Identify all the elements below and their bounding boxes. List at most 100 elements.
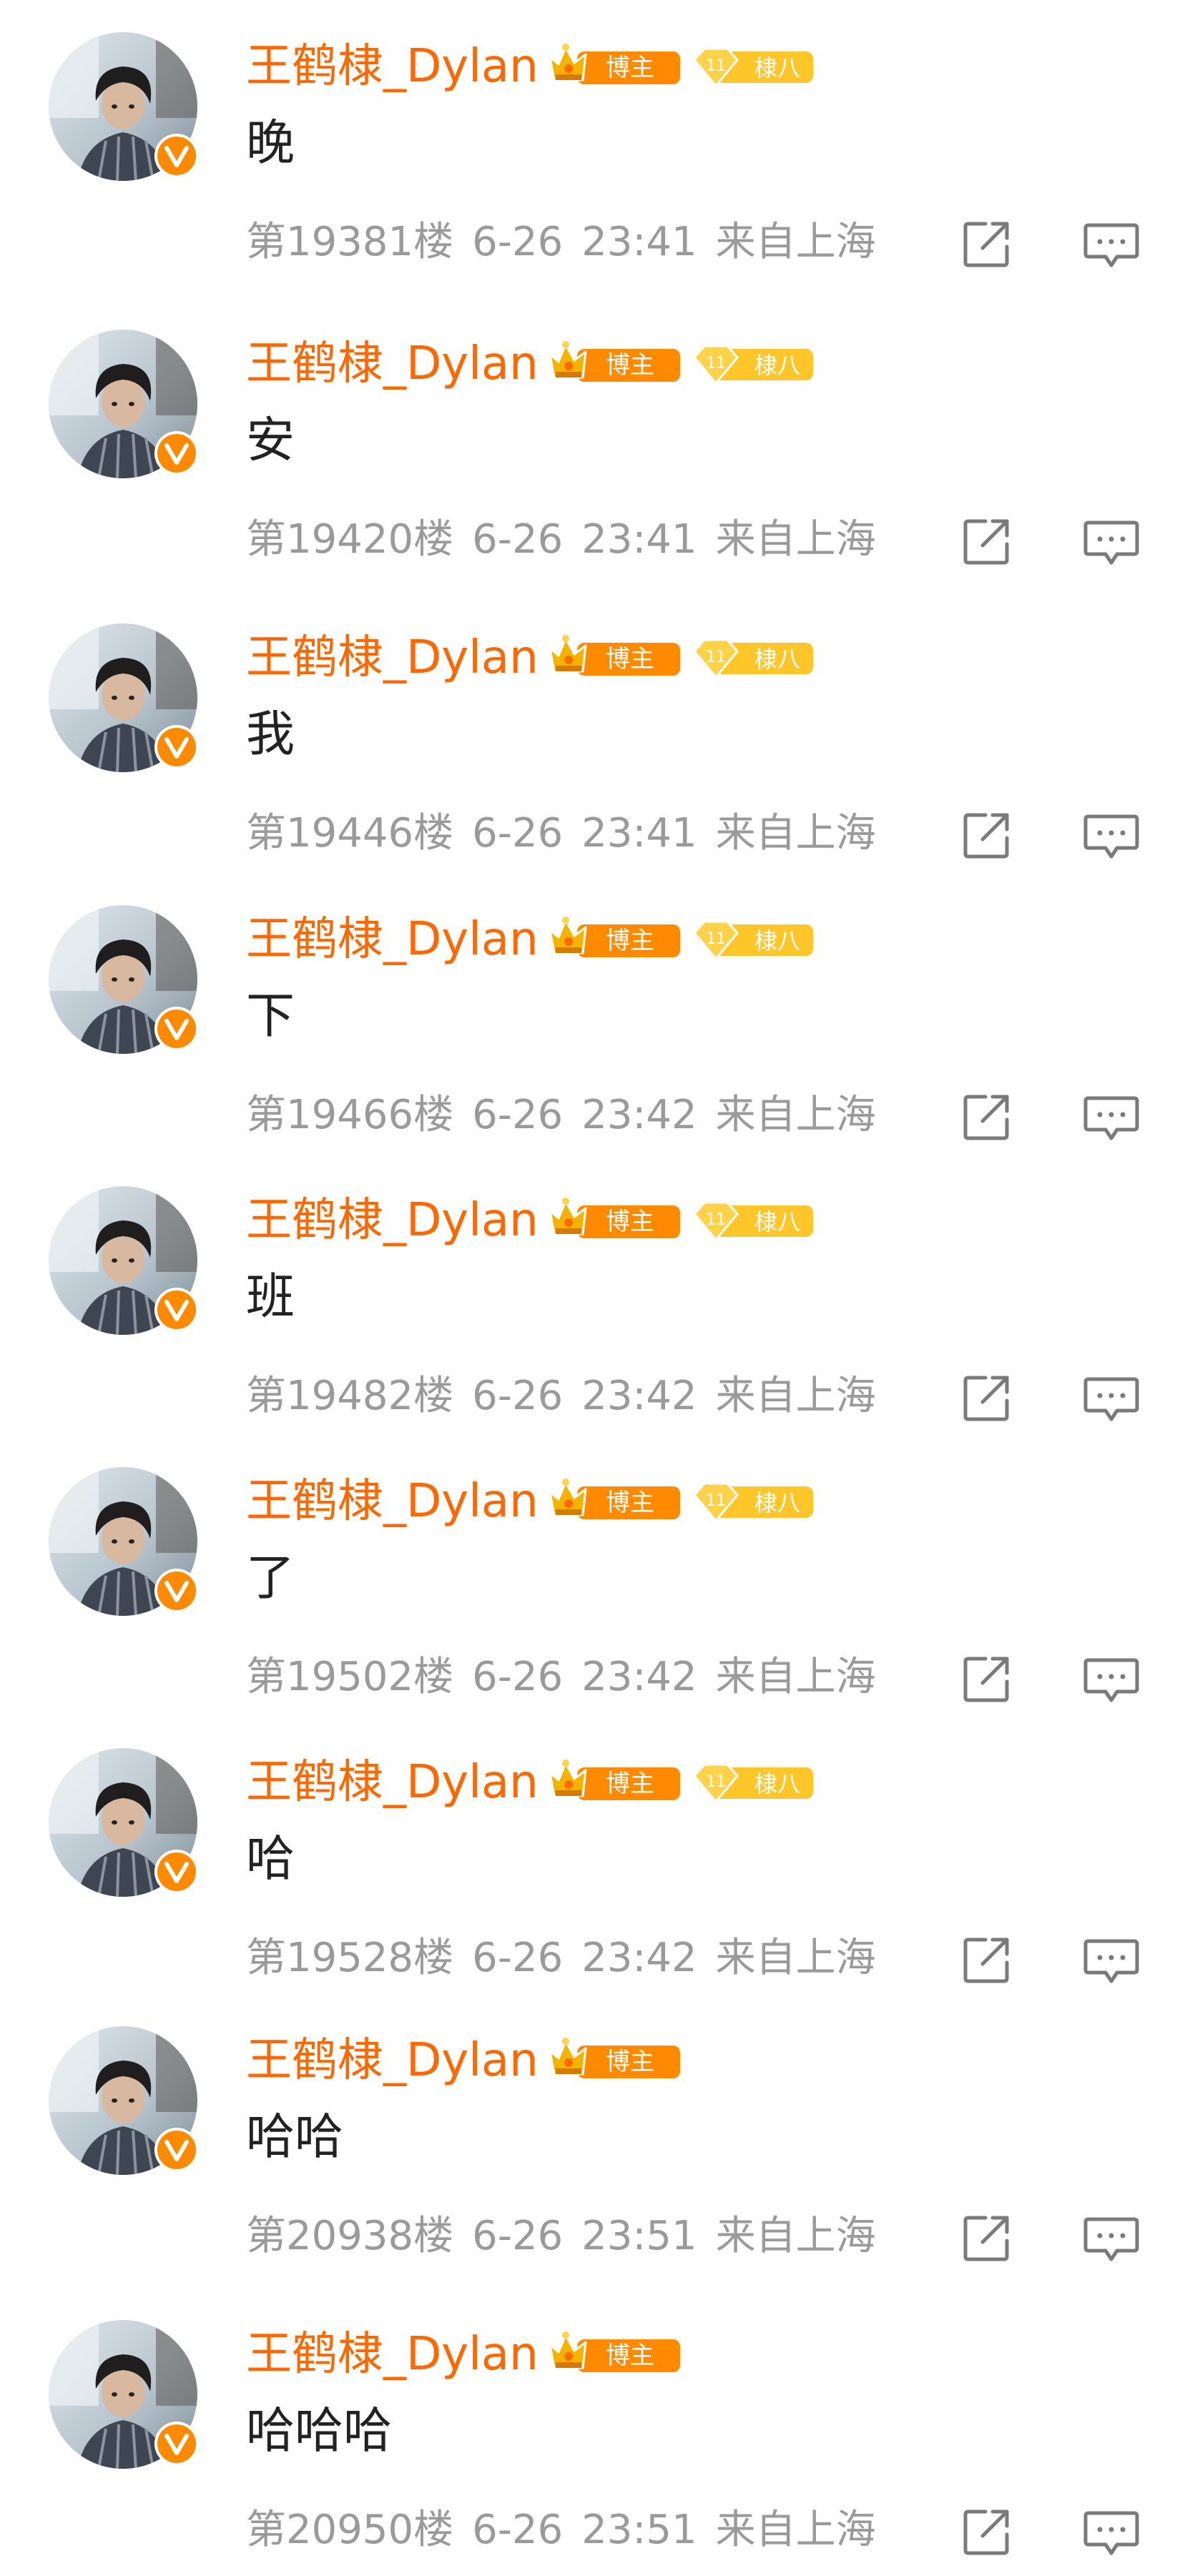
- verified-v-icon: [154, 2127, 199, 2172]
- share-icon[interactable]: [961, 1934, 1013, 1985]
- username-row: 王鹤棣_Dylan 博主 11 棣八: [246, 908, 815, 971]
- comment-meta: 第20950楼 6-26 23:51 来自上海: [246, 2502, 876, 2559]
- username[interactable]: 王鹤棣_Dylan: [246, 908, 538, 971]
- svg-text:11: 11: [706, 1492, 726, 1510]
- verified-v-icon: [154, 2422, 199, 2467]
- username-row: 王鹤棣_Dylan 博主 11 棣八: [246, 35, 815, 98]
- avatar[interactable]: [49, 1185, 199, 1335]
- level-badge: 11 棣八: [693, 920, 813, 960]
- verified-v-icon: [154, 1287, 199, 1332]
- comment-location: 来自上海: [715, 1653, 876, 1700]
- share-icon[interactable]: [961, 809, 1013, 861]
- floor-number: 第19420楼: [246, 515, 454, 563]
- comment-item: 王鹤棣_Dylan 博主 11 棣八 下 第19466楼 6-26 23:42 …: [0, 889, 1200, 1161]
- comment-icon[interactable]: [1083, 221, 1140, 271]
- comment-location: 来自上海: [715, 218, 876, 265]
- share-icon[interactable]: [961, 218, 1013, 270]
- comment-icon[interactable]: [1083, 1656, 1140, 1706]
- verified-v-icon: [154, 430, 199, 475]
- crown-icon: [549, 340, 587, 379]
- svg-text:博主: 博主: [606, 645, 654, 673]
- avatar[interactable]: [49, 904, 199, 1054]
- username-row: 王鹤棣_Dylan 博主: [246, 2029, 682, 2092]
- host-badge: 博主: [549, 1197, 680, 1238]
- share-icon[interactable]: [961, 1653, 1013, 1704]
- comment-date: 6-26: [472, 1935, 564, 1982]
- crown-icon: [549, 43, 587, 82]
- username[interactable]: 王鹤棣_Dylan: [246, 2029, 538, 2092]
- svg-text:11: 11: [706, 1211, 726, 1229]
- comment-icon[interactable]: [1083, 2215, 1140, 2265]
- comment-time: 23:41: [581, 218, 697, 265]
- verified-v-icon: [154, 133, 199, 178]
- username-row: 王鹤棣_Dylan 博主 11 棣八: [246, 1751, 815, 1814]
- avatar[interactable]: [49, 1748, 199, 1898]
- share-icon[interactable]: [961, 2212, 1013, 2264]
- comment-item: 王鹤棣_Dylan 博主 11 棣八 我 第19446楼 6-26 23:41 …: [0, 608, 1200, 879]
- comment-time: 23:42: [581, 1653, 697, 1700]
- verified-v-icon: [154, 1850, 199, 1895]
- comment-icon[interactable]: [1083, 1937, 1140, 1987]
- comment-content: 安: [246, 412, 295, 469]
- share-icon[interactable]: [961, 2506, 1013, 2557]
- comment-meta: 第19420楼 6-26 23:41 来自上海: [246, 511, 876, 568]
- comment-icon[interactable]: [1083, 1375, 1140, 1425]
- username[interactable]: 王鹤棣_Dylan: [246, 2323, 538, 2386]
- comment-icon[interactable]: [1083, 1094, 1140, 1144]
- svg-text:11: 11: [706, 57, 726, 75]
- avatar[interactable]: [49, 2320, 199, 2469]
- username[interactable]: 王鹤棣_Dylan: [246, 35, 538, 98]
- comment-meta: 第19466楼 6-26 23:42 来自上海: [246, 1087, 876, 1144]
- username[interactable]: 王鹤棣_Dylan: [246, 332, 538, 395]
- comment-time: 23:41: [581, 810, 697, 857]
- svg-text:博主: 博主: [606, 1770, 654, 1798]
- comment-location: 来自上海: [715, 2212, 876, 2259]
- username-row: 王鹤棣_Dylan 博主: [246, 2323, 682, 2386]
- svg-text:棣八: 棣八: [754, 1208, 800, 1235]
- verified-v-icon: [154, 1568, 199, 1613]
- svg-text:棣八: 棣八: [754, 1489, 800, 1516]
- comment-content: 我: [246, 706, 295, 764]
- svg-text:11: 11: [706, 355, 726, 372]
- comment-icon[interactable]: [1083, 2509, 1140, 2559]
- comment-meta: 第19482楼 6-26 23:42 来自上海: [246, 1368, 876, 1425]
- comment-date: 6-26: [472, 1091, 564, 1138]
- avatar[interactable]: [49, 623, 199, 773]
- share-icon[interactable]: [961, 515, 1013, 567]
- crown-icon: [549, 2331, 587, 2369]
- crown-icon: [549, 1760, 587, 1797]
- crown-icon: [549, 916, 587, 954]
- comment-time: 23:42: [581, 1091, 697, 1138]
- host-badge: 博主: [549, 916, 680, 957]
- avatar[interactable]: [49, 329, 199, 478]
- comment-icon[interactable]: [1083, 812, 1140, 862]
- comment-date: 6-26: [472, 218, 564, 265]
- comment-content: 哈: [246, 1831, 295, 1888]
- host-badge: 博主: [549, 1478, 680, 1519]
- comment-content: 班: [246, 1268, 295, 1326]
- verified-v-icon: [154, 1006, 199, 1051]
- share-icon[interactable]: [961, 1372, 1013, 1423]
- floor-number: 第20950楼: [246, 2507, 454, 2554]
- avatar[interactable]: [49, 1466, 199, 1616]
- comment-location: 来自上海: [715, 2507, 876, 2554]
- comment-icon[interactable]: [1083, 518, 1140, 568]
- svg-text:博主: 博主: [606, 1208, 654, 1236]
- avatar[interactable]: [49, 2025, 199, 2175]
- svg-text:11: 11: [706, 930, 726, 948]
- svg-text:博主: 博主: [606, 2341, 654, 2370]
- comment-meta: 第19502楼 6-26 23:42 来自上海: [246, 1649, 876, 1706]
- host-badge: 博主: [549, 340, 680, 382]
- share-icon[interactable]: [961, 1091, 1013, 1143]
- username[interactable]: 王鹤棣_Dylan: [246, 1470, 538, 1533]
- username[interactable]: 王鹤棣_Dylan: [246, 1189, 538, 1252]
- avatar[interactable]: [49, 31, 199, 181]
- username[interactable]: 王鹤棣_Dylan: [246, 626, 538, 689]
- comment-item: 王鹤棣_Dylan 博主 哈哈 第20938楼 6-26 23:51 来自上海: [0, 2010, 1200, 2282]
- comment-date: 6-26: [472, 810, 564, 857]
- crown-icon: [549, 1197, 587, 1235]
- username[interactable]: 王鹤棣_Dylan: [246, 1751, 538, 1814]
- host-badge: 博主: [549, 2037, 680, 2078]
- username-row: 王鹤棣_Dylan 博主 11 棣八: [246, 1470, 815, 1533]
- crown-icon: [549, 635, 587, 673]
